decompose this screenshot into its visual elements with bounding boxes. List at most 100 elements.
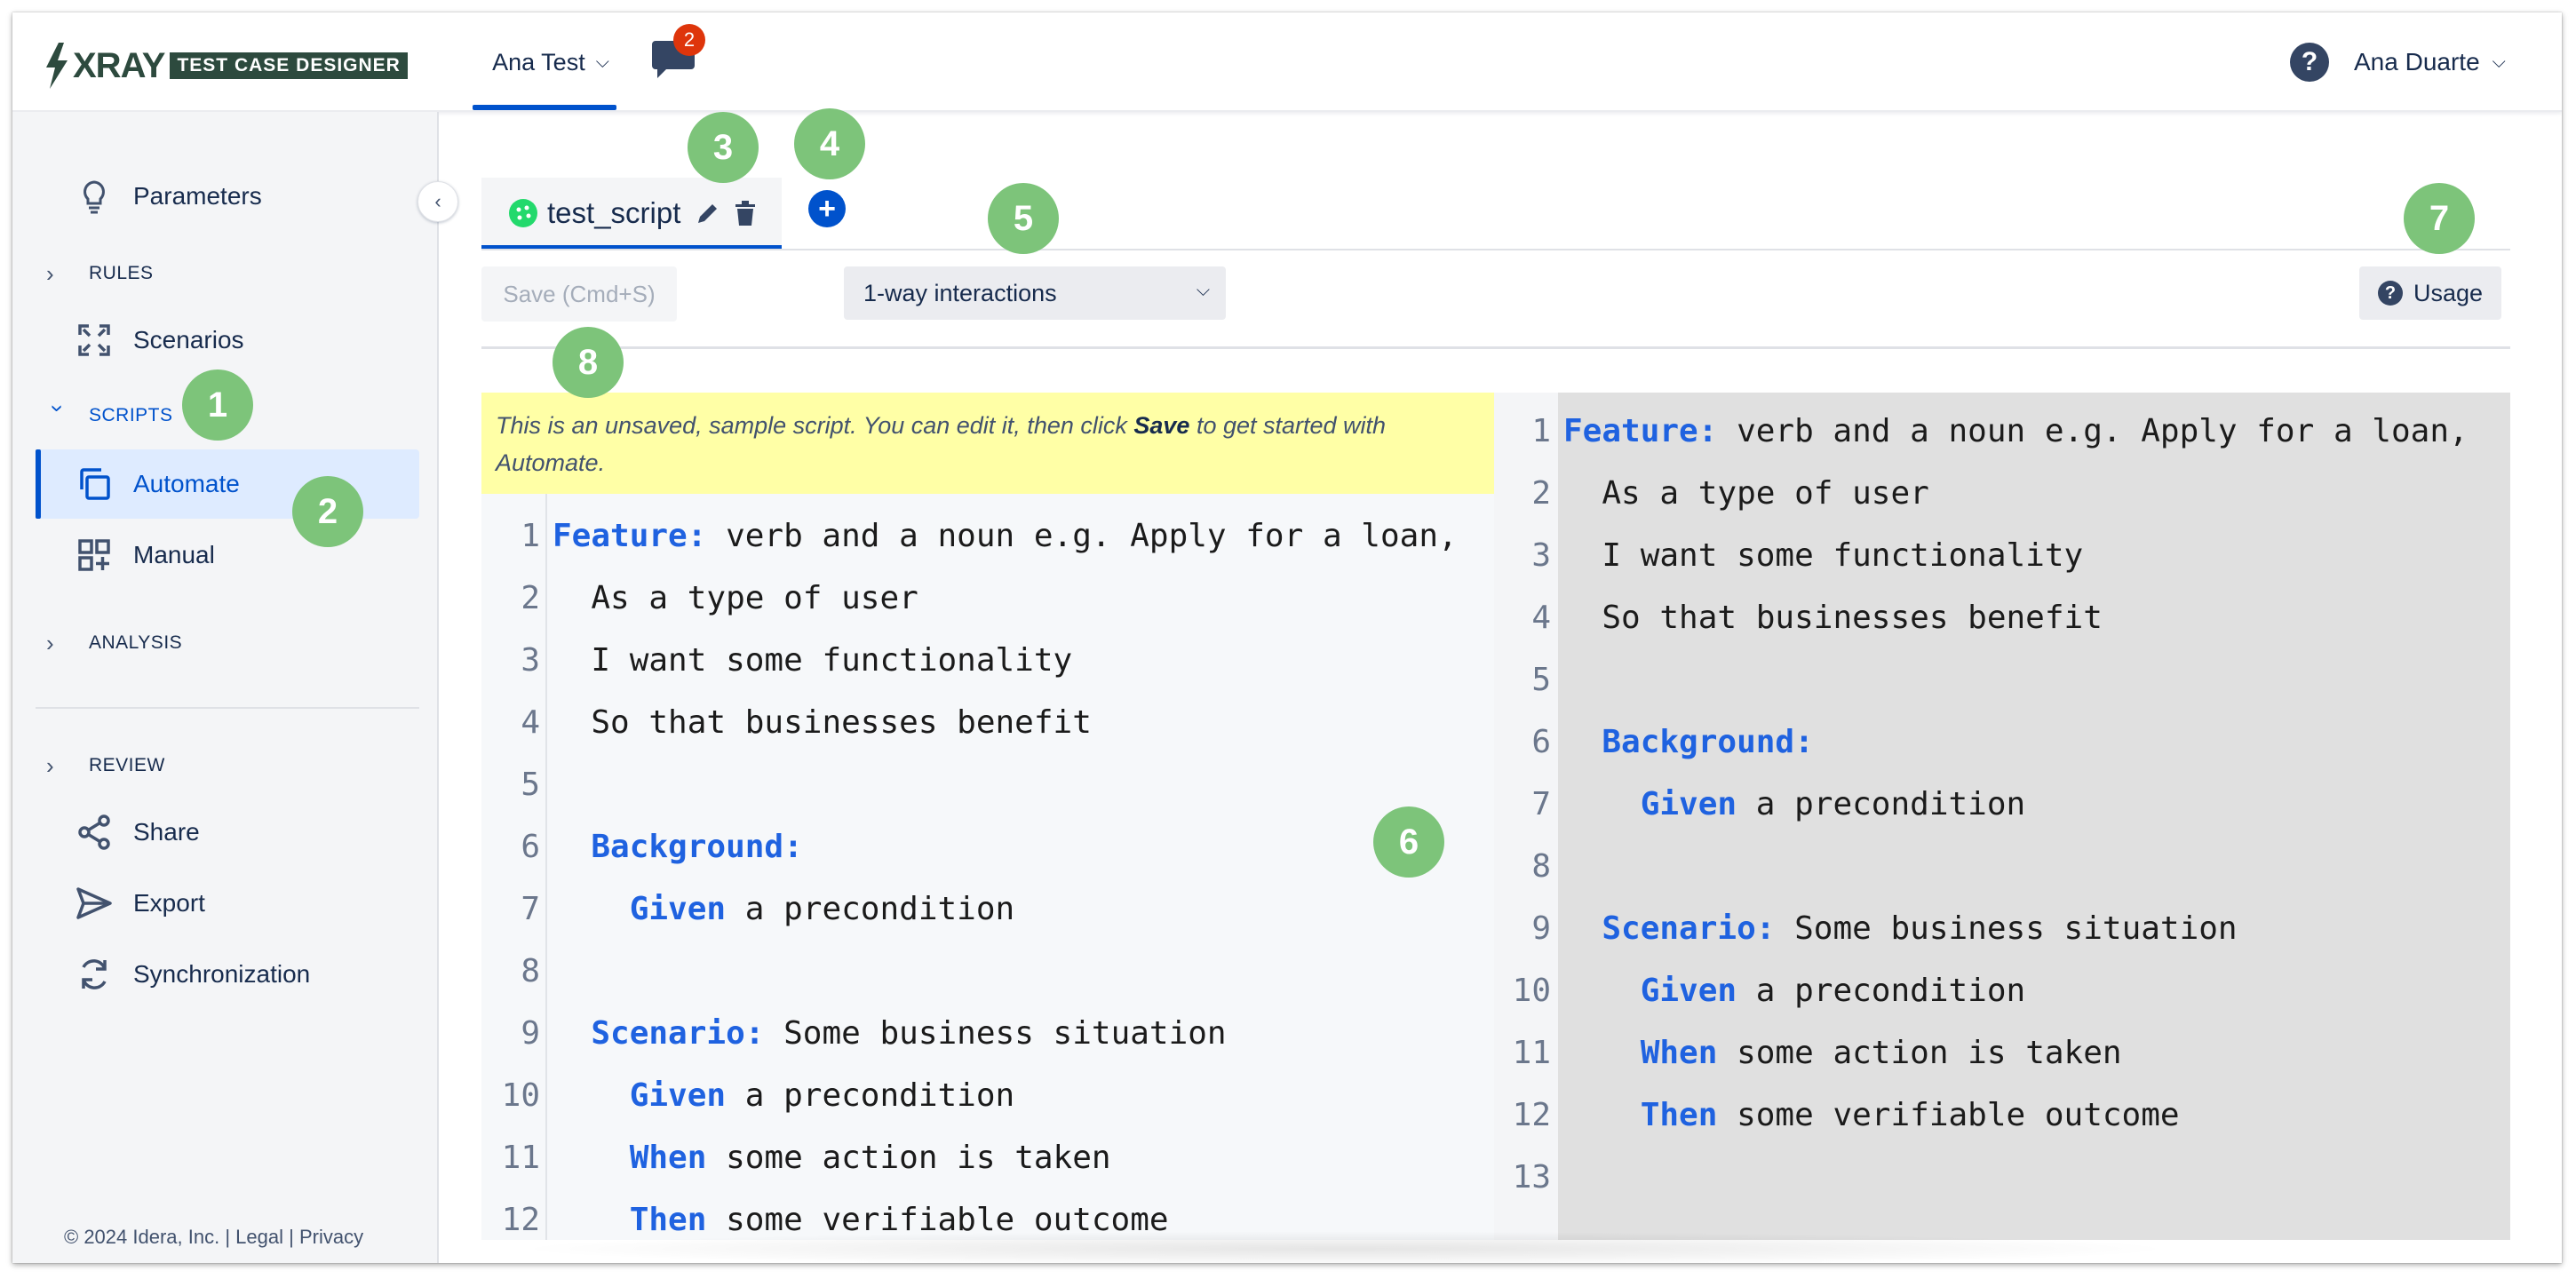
pencil-icon[interactable] bbox=[695, 200, 721, 226]
gherkin-keyword: Given bbox=[1640, 785, 1737, 822]
line-number: 8 bbox=[521, 952, 540, 989]
help-icon[interactable]: ? bbox=[2290, 43, 2329, 82]
chevron-right-icon: › bbox=[46, 751, 55, 779]
code-text: Given a precondition bbox=[540, 891, 1014, 927]
code-line: 1 Feature: verb and a noun e.g. Apply for… bbox=[481, 504, 1494, 567]
grid-add-icon bbox=[78, 539, 110, 571]
callout-3: 3 bbox=[688, 112, 759, 183]
script-preview: 1 Feature: verb and a noun e.g. Apply for… bbox=[1494, 393, 2510, 1240]
code-line: 7 Given a precondition bbox=[1494, 773, 2510, 835]
tab-label: test_script bbox=[547, 196, 681, 229]
user-menu[interactable]: Ana Duarte ⌵ bbox=[2354, 48, 2506, 76]
copy-icon bbox=[80, 468, 110, 500]
collapse-sidebar-button[interactable]: ‹ bbox=[417, 181, 458, 222]
legal-link[interactable]: Legal bbox=[235, 1226, 283, 1248]
code-line: 10 Given a precondition bbox=[1494, 959, 2510, 1021]
code-text: Feature: verb and a noun e.g. Apply for … bbox=[540, 518, 1458, 554]
code-line: 3 I want some functionality bbox=[481, 629, 1494, 691]
code-content: So that businesses benefit bbox=[1602, 599, 2103, 636]
sidebar-section-analysis[interactable]: › ANALYSIS bbox=[46, 621, 182, 665]
product-name: TEST CASE DESIGNER bbox=[170, 52, 408, 79]
copyright: © 2024 Idera, Inc. | bbox=[64, 1226, 236, 1248]
xray-logo[interactable]: XRAY TEST CASE DESIGNER bbox=[44, 39, 408, 92]
sidebar-section-scripts[interactable]: › SCRIPTS bbox=[45, 393, 173, 438]
section-label: RULES bbox=[89, 263, 154, 283]
chevron-down-icon: ⌵ bbox=[2492, 52, 2506, 72]
usage-label: Usage bbox=[2413, 279, 2484, 306]
code-content: So that businesses benefit bbox=[591, 703, 1092, 741]
code-text: When some action is taken bbox=[1551, 1035, 2122, 1071]
sidebar-item-scenarios[interactable]: Scenarios bbox=[36, 306, 419, 375]
sidebar-item-label: Synchronization bbox=[133, 960, 311, 988]
privacy-link[interactable]: Privacy bbox=[299, 1226, 363, 1248]
add-script-button[interactable]: + bbox=[808, 190, 846, 227]
tab-test-script[interactable]: test_script bbox=[481, 178, 782, 249]
code-text: Background: bbox=[540, 829, 802, 865]
code-content: a precondition bbox=[726, 890, 1015, 927]
trash-icon[interactable] bbox=[734, 200, 757, 226]
bottom-shadow bbox=[510, 1231, 2180, 1263]
chevron-right-icon: › bbox=[46, 629, 55, 656]
line-number: 1 bbox=[521, 517, 540, 554]
sidebar-section-review[interactable]: › REVIEW bbox=[46, 743, 165, 788]
code-line: 6 Background: bbox=[1494, 711, 2510, 773]
code-line: 3 I want some functionality bbox=[1494, 524, 2510, 586]
code-content: a precondition bbox=[1737, 972, 2026, 1009]
code-line: 11 When some action is taken bbox=[1494, 1021, 2510, 1084]
code-text: Feature: verb and a noun e.g. Apply for … bbox=[1551, 413, 2469, 449]
callout-2: 2 bbox=[292, 476, 363, 547]
sidebar-item-share[interactable]: Share bbox=[36, 798, 419, 867]
usage-button[interactable]: ? Usage bbox=[2359, 266, 2501, 320]
code-text: Background: bbox=[1551, 724, 1813, 760]
code-line: 12 Then some verifiable outcome bbox=[1494, 1084, 2510, 1146]
sidebar-item-label: Share bbox=[133, 818, 200, 846]
expand-icon bbox=[78, 324, 110, 356]
sidebar-item-label: Parameters bbox=[133, 182, 262, 210]
save-button[interactable]: Save (Cmd+S) bbox=[481, 266, 677, 322]
code-content: verb and a noun e.g. Apply for a loan, bbox=[706, 517, 1458, 554]
sidebar-item-label: Manual bbox=[133, 541, 215, 568]
gherkin-keyword: Given bbox=[629, 890, 727, 927]
code-line: 13 bbox=[1494, 1146, 2510, 1208]
code-content: I want some functionality bbox=[1602, 536, 2084, 574]
project-selector[interactable]: Ana Test ⌵ bbox=[474, 12, 627, 112]
code-line: 7 Given a precondition bbox=[481, 878, 1494, 940]
code-text: I want some functionality bbox=[1551, 537, 2083, 574]
code-line: 4 So that businesses benefit bbox=[1494, 586, 2510, 648]
code-content: Some business situation bbox=[1775, 910, 2238, 947]
code-content: a precondition bbox=[1737, 785, 2026, 822]
gherkin-keyword: Scenario: bbox=[591, 1014, 765, 1052]
line-number: 4 bbox=[521, 703, 540, 741]
sidebar-item-export[interactable]: Export bbox=[36, 869, 419, 938]
code-text: Given a precondition bbox=[1551, 973, 2025, 1009]
code-content: As a type of user bbox=[591, 579, 918, 616]
sidebar-item-parameters[interactable]: Parameters bbox=[36, 162, 419, 231]
code-line: 2 As a type of user bbox=[1494, 462, 2510, 524]
cucumber-icon bbox=[509, 199, 537, 227]
code-text: So that businesses benefit bbox=[540, 704, 1092, 741]
sidebar-item-manual[interactable]: Manual bbox=[36, 520, 419, 590]
bolt-icon bbox=[46, 43, 68, 89]
code-text: Then some verifiable outcome bbox=[1551, 1097, 2180, 1133]
sync-icon bbox=[82, 959, 107, 989]
gherkin-keyword: Given bbox=[629, 1076, 727, 1114]
line-number: 13 bbox=[1512, 1158, 1551, 1196]
sidebar-item-synchronization[interactable]: Synchronization bbox=[36, 940, 419, 1009]
code-text: I want some functionality bbox=[540, 642, 1072, 679]
sidebar: ‹ Parameters › RULES Scenarios › SCRIPTS bbox=[12, 112, 458, 1263]
sidebar-section-rules[interactable]: › RULES bbox=[46, 251, 154, 296]
code-line: 9 Scenario: Some business situation bbox=[1494, 897, 2510, 959]
share-icon bbox=[78, 814, 110, 850]
line-number: 10 bbox=[501, 1076, 540, 1114]
interactions-select[interactable]: 1-way interactions ⌵ bbox=[844, 266, 1226, 320]
section-label: ANALYSIS bbox=[89, 632, 183, 653]
chevron-down-icon: ⌵ bbox=[1196, 281, 1210, 300]
script-editor[interactable]: 1 Feature: verb and a noun e.g. Apply for… bbox=[481, 494, 1494, 1240]
line-number: 5 bbox=[521, 766, 540, 803]
